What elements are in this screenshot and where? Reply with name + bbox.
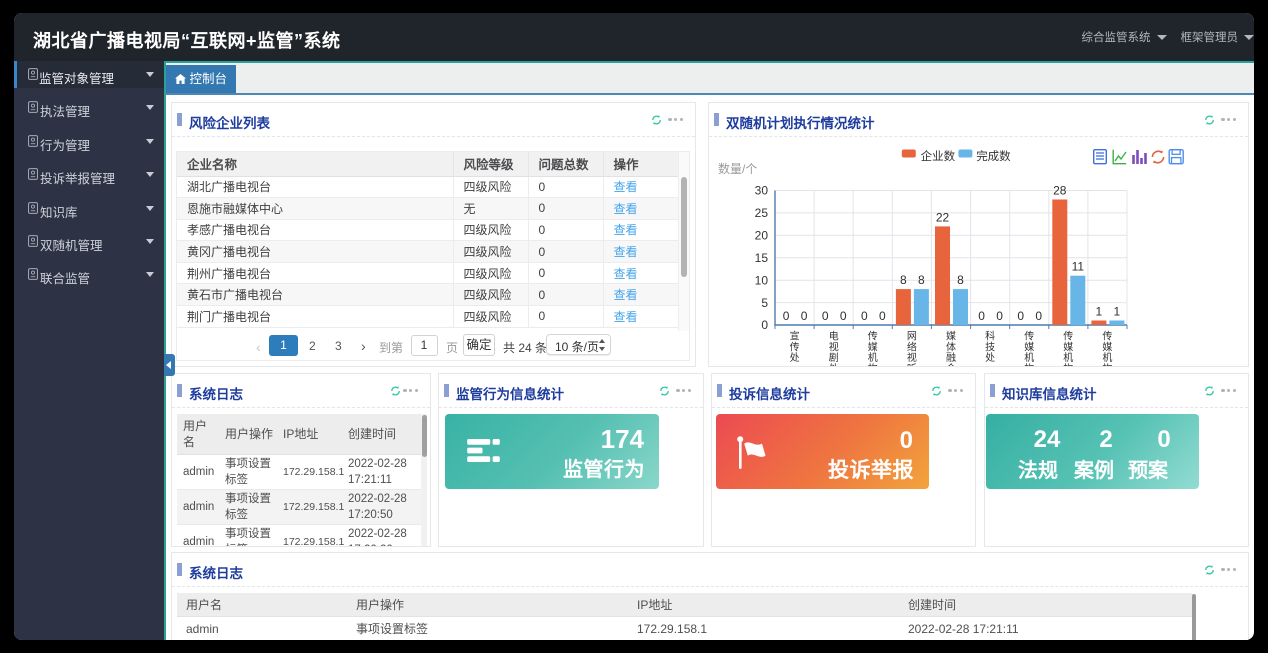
svg-text:0: 0 [879, 309, 886, 323]
svg-text:传: 传 [790, 341, 800, 353]
svg-text:30: 30 [755, 183, 769, 197]
svg-text:传: 传 [1024, 330, 1034, 342]
svg-text:宣: 宣 [790, 329, 800, 342]
svg-text:8: 8 [957, 273, 964, 287]
svg-text:企业数: 企业数 [921, 149, 956, 163]
svg-text:传: 传 [1063, 330, 1073, 342]
svg-text:8: 8 [900, 273, 907, 287]
svg-text:媒: 媒 [1063, 341, 1073, 353]
svg-text:8: 8 [918, 273, 925, 287]
svg-text:媒: 媒 [1102, 341, 1112, 353]
svg-text:20: 20 [755, 228, 769, 242]
svg-text:28: 28 [1053, 183, 1067, 197]
svg-text:11: 11 [1072, 259, 1085, 273]
svg-text:10: 10 [755, 273, 769, 287]
svg-text:1: 1 [1096, 304, 1103, 318]
svg-text:0: 0 [978, 309, 985, 323]
svg-text:科: 科 [985, 329, 995, 342]
svg-text:传: 传 [1102, 330, 1112, 342]
svg-text:0: 0 [1017, 309, 1024, 323]
svg-text:0: 0 [761, 318, 768, 332]
svg-text:0: 0 [861, 309, 868, 323]
svg-text:机: 机 [1024, 351, 1034, 364]
svg-text:处: 处 [829, 362, 839, 366]
svg-text:剧: 剧 [829, 352, 839, 364]
svg-text:5: 5 [761, 295, 768, 309]
svg-text:融: 融 [946, 352, 956, 364]
svg-text:媒: 媒 [868, 341, 878, 353]
svg-text:处: 处 [790, 352, 800, 364]
svg-text:电: 电 [829, 329, 839, 342]
svg-text:技: 技 [985, 340, 995, 353]
svg-text:媒: 媒 [946, 330, 956, 342]
svg-text:0: 0 [783, 309, 790, 323]
svg-text:完成数: 完成数 [976, 149, 1011, 163]
svg-text:视: 视 [829, 340, 839, 353]
svg-text:视: 视 [907, 351, 917, 364]
svg-text:0: 0 [996, 309, 1003, 323]
svg-text:机: 机 [1063, 351, 1073, 364]
svg-text:机: 机 [868, 351, 878, 364]
svg-text:0: 0 [822, 309, 829, 323]
svg-text:网: 网 [907, 330, 917, 342]
svg-text:媒: 媒 [1024, 341, 1034, 353]
svg-text:1: 1 [1114, 304, 1121, 318]
svg-text:处: 处 [985, 352, 995, 364]
svg-text:数量/个: 数量/个 [718, 161, 757, 176]
svg-text:机: 机 [1102, 351, 1112, 364]
svg-text:听: 听 [907, 362, 917, 366]
svg-text:传: 传 [868, 330, 878, 342]
svg-text:体: 体 [946, 341, 956, 353]
svg-text:0: 0 [801, 309, 808, 323]
svg-text:0: 0 [1035, 309, 1042, 323]
svg-text:0: 0 [840, 309, 847, 323]
svg-text:22: 22 [936, 210, 950, 224]
svg-text:络: 络 [907, 340, 917, 353]
svg-text:25: 25 [755, 206, 769, 220]
svg-text:15: 15 [755, 250, 769, 264]
